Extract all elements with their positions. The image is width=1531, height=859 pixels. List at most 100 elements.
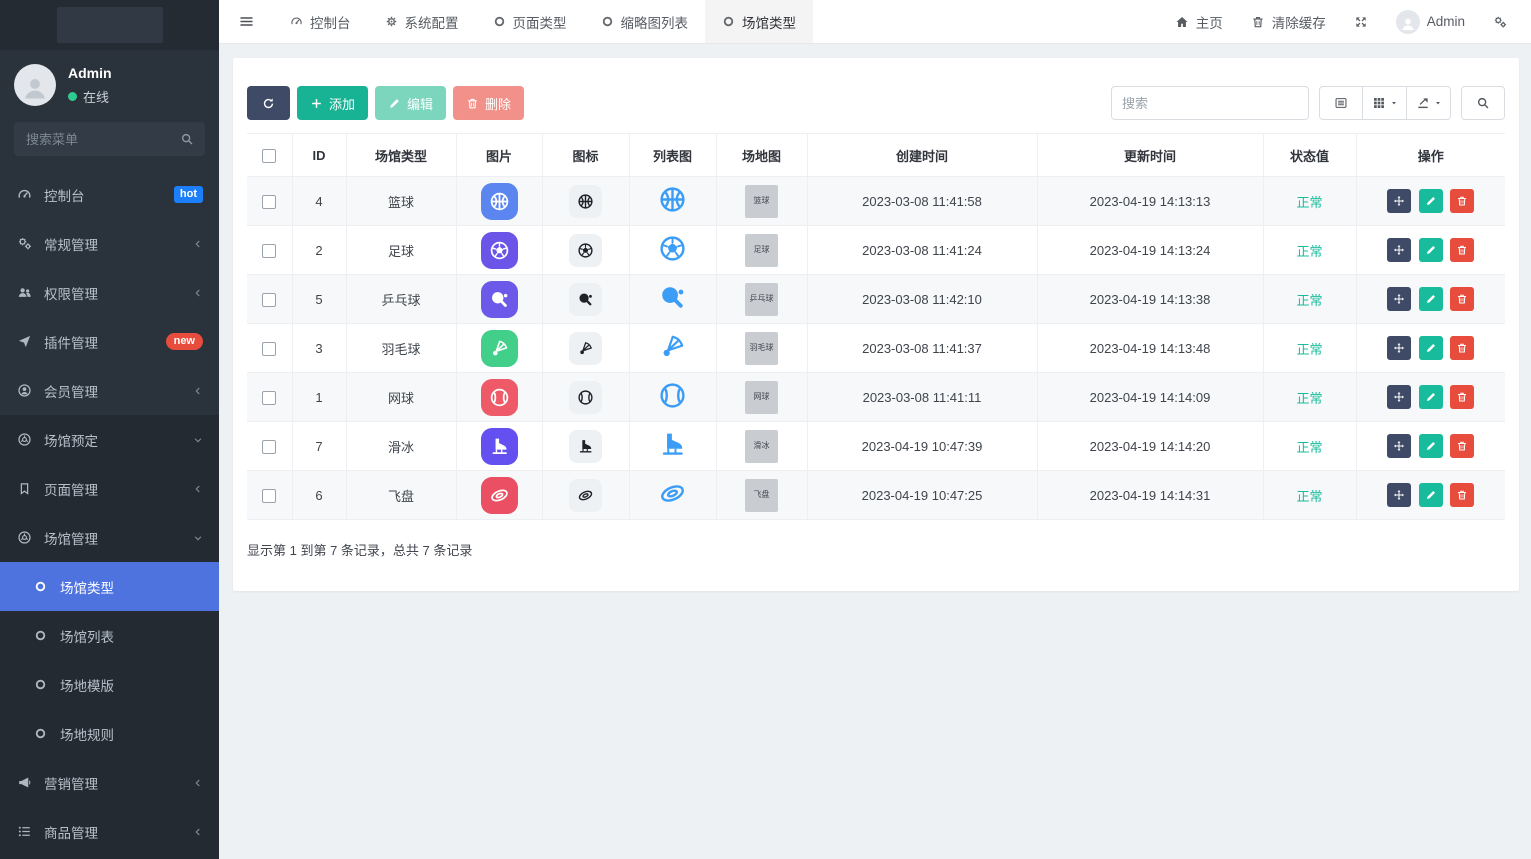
- sidebar-item-goods[interactable]: 商品管理: [0, 807, 219, 856]
- venue-icon[interactable]: [569, 430, 602, 463]
- delete-button[interactable]: 删除: [453, 86, 524, 120]
- column-header-list-image[interactable]: 列表图: [629, 134, 716, 177]
- venue-map-thumbnail[interactable]: 乒乓球: [745, 283, 778, 316]
- home-button[interactable]: 主页: [1161, 0, 1237, 43]
- user-menu[interactable]: Admin: [1382, 0, 1479, 43]
- row-delete-button[interactable]: [1450, 434, 1474, 458]
- table-search-input[interactable]: [1111, 86, 1309, 120]
- venue-icon[interactable]: [569, 283, 602, 316]
- status-value[interactable]: 正常: [1296, 244, 1322, 259]
- row-edit-button[interactable]: [1419, 238, 1443, 262]
- row-checkbox[interactable]: [262, 391, 276, 405]
- venue-icon[interactable]: [569, 234, 602, 267]
- venue-list-image[interactable]: [658, 283, 687, 312]
- venue-icon[interactable]: [569, 479, 602, 512]
- drag-sort-button[interactable]: [1387, 287, 1411, 311]
- row-edit-button[interactable]: [1419, 483, 1443, 507]
- sidebar-item-venue-list[interactable]: 场馆列表: [0, 611, 219, 660]
- row-delete-button[interactable]: [1450, 385, 1474, 409]
- venue-image[interactable]: [481, 428, 518, 465]
- venue-icon[interactable]: [569, 332, 602, 365]
- venue-icon[interactable]: [569, 381, 602, 414]
- table-row[interactable]: 5 乒乓球 乒乓球 2023-03-08 11:42:10 2023-04-19…: [247, 275, 1505, 324]
- tab-thumbnail-list[interactable]: 缩略图列表: [584, 0, 706, 43]
- add-button[interactable]: 添加: [297, 86, 368, 120]
- venue-map-thumbnail[interactable]: 足球: [745, 234, 778, 267]
- venue-image[interactable]: [481, 232, 518, 269]
- row-checkbox[interactable]: [262, 440, 276, 454]
- menu-search-input[interactable]: [14, 122, 205, 156]
- fullscreen-button[interactable]: [1340, 0, 1382, 43]
- venue-map-thumbnail[interactable]: 网球: [745, 381, 778, 414]
- venue-list-image[interactable]: [658, 430, 687, 459]
- select-all-checkbox[interactable]: [262, 149, 276, 163]
- row-delete-button[interactable]: [1450, 238, 1474, 262]
- drag-sort-button[interactable]: [1387, 238, 1411, 262]
- status-value[interactable]: 正常: [1296, 440, 1322, 455]
- venue-image[interactable]: [481, 330, 518, 367]
- sidebar-item-field-rules[interactable]: 场地规则: [0, 709, 219, 758]
- column-header-image[interactable]: 图片: [456, 134, 542, 177]
- venue-list-image[interactable]: [658, 381, 687, 410]
- sidebar-item-dashboard[interactable]: 控制台 hot: [0, 170, 219, 219]
- sidebar-item-field-template[interactable]: 场地模版: [0, 660, 219, 709]
- edit-button[interactable]: 编辑: [375, 86, 446, 120]
- export-dropdown-button[interactable]: [1407, 86, 1451, 120]
- table-row[interactable]: 4 篮球 篮球 2023-03-08 11:41:58 2023-04-19 1…: [247, 177, 1505, 226]
- drag-sort-button[interactable]: [1387, 336, 1411, 360]
- row-delete-button[interactable]: [1450, 287, 1474, 311]
- sidebar-item-venue-type[interactable]: 场馆类型: [0, 562, 219, 611]
- search-toggle-button[interactable]: [1461, 86, 1505, 120]
- row-delete-button[interactable]: [1450, 336, 1474, 360]
- avatar[interactable]: [14, 64, 56, 106]
- drag-sort-button[interactable]: [1387, 483, 1411, 507]
- venue-map-thumbnail[interactable]: 飞盘: [745, 479, 778, 512]
- row-delete-button[interactable]: [1450, 189, 1474, 213]
- column-header-updated[interactable]: 更新时间: [1037, 134, 1263, 177]
- venue-image[interactable]: [481, 379, 518, 416]
- row-edit-button[interactable]: [1419, 189, 1443, 213]
- logo-area[interactable]: [0, 0, 219, 50]
- venue-image[interactable]: [481, 183, 518, 220]
- menu-toggle-button[interactable]: [219, 0, 273, 43]
- venue-image[interactable]: [481, 477, 518, 514]
- column-header-field-map[interactable]: 场地图: [716, 134, 807, 177]
- venue-map-thumbnail[interactable]: 羽毛球: [745, 332, 778, 365]
- table-row[interactable]: 1 网球 网球 2023-03-08 11:41:11 2023-04-19 1…: [247, 373, 1505, 422]
- settings-button[interactable]: [1479, 0, 1521, 43]
- row-checkbox[interactable]: [262, 342, 276, 356]
- refresh-button[interactable]: [247, 86, 290, 120]
- table-row[interactable]: 6 飞盘 飞盘 2023-04-19 10:47:25 2023-04-19 1…: [247, 471, 1505, 520]
- table-row[interactable]: 2 足球 足球 2023-03-08 11:41:24 2023-04-19 1…: [247, 226, 1505, 275]
- column-header-venue-type[interactable]: 场馆类型: [346, 134, 456, 177]
- column-header-actions[interactable]: 操作: [1356, 134, 1505, 177]
- table-row[interactable]: 7 滑冰 滑冰 2023-04-19 10:47:39 2023-04-19 1…: [247, 422, 1505, 471]
- status-value[interactable]: 正常: [1296, 293, 1322, 308]
- column-header-status[interactable]: 状态值: [1263, 134, 1356, 177]
- sidebar-item-members[interactable]: 会员管理: [0, 366, 219, 415]
- venue-image[interactable]: [481, 281, 518, 318]
- drag-sort-button[interactable]: [1387, 434, 1411, 458]
- columns-dropdown-button[interactable]: [1363, 86, 1407, 120]
- status-value[interactable]: 正常: [1296, 391, 1322, 406]
- sidebar-item-venue-management[interactable]: 场馆管理: [0, 513, 219, 562]
- venue-icon[interactable]: [569, 185, 602, 218]
- venue-list-image[interactable]: [658, 479, 687, 508]
- tab-venue-type[interactable]: 场馆类型: [705, 0, 813, 43]
- row-delete-button[interactable]: [1450, 483, 1474, 507]
- tab-dashboard[interactable]: 控制台: [273, 0, 368, 43]
- row-edit-button[interactable]: [1419, 336, 1443, 360]
- drag-sort-button[interactable]: [1387, 189, 1411, 213]
- sidebar-item-addons[interactable]: 插件管理 new: [0, 317, 219, 366]
- venue-list-image[interactable]: [658, 234, 687, 263]
- row-edit-button[interactable]: [1419, 385, 1443, 409]
- status-value[interactable]: 正常: [1296, 489, 1322, 504]
- toggle-view-button[interactable]: [1319, 86, 1363, 120]
- row-checkbox[interactable]: [262, 244, 276, 258]
- row-checkbox[interactable]: [262, 195, 276, 209]
- row-checkbox[interactable]: [262, 293, 276, 307]
- row-checkbox[interactable]: [262, 489, 276, 503]
- clear-cache-button[interactable]: 清除缓存: [1237, 0, 1340, 43]
- status-value[interactable]: 正常: [1296, 195, 1322, 210]
- venue-map-thumbnail[interactable]: 滑冰: [745, 430, 778, 463]
